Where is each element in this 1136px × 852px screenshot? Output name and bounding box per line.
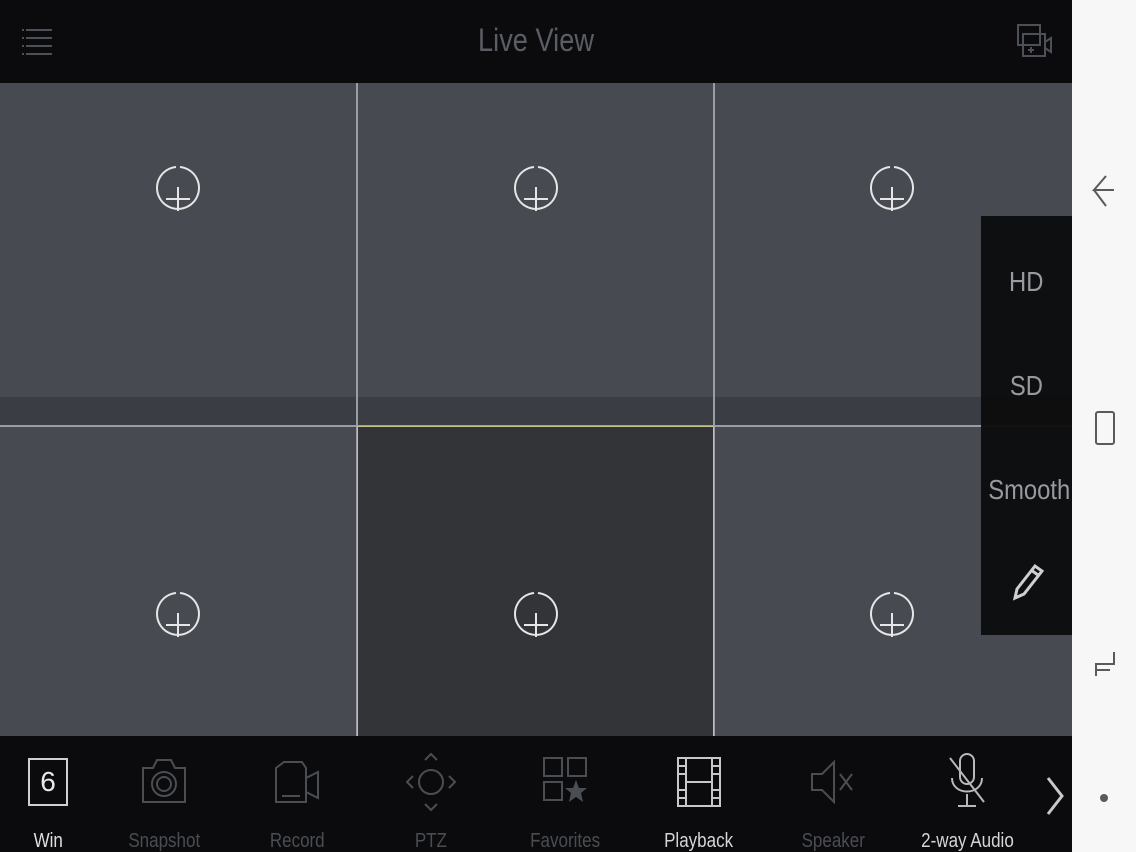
window-count-icon: 6: [28, 758, 68, 806]
film-icon: [677, 757, 721, 807]
add-camera-icon[interactable]: [869, 165, 915, 233]
toolbar-record-label: Record: [269, 830, 325, 852]
top-bar: Live View: [0, 0, 1072, 83]
camera-cell-5-selected[interactable]: [357, 426, 714, 737]
cell-strip: [0, 397, 356, 425]
dot-icon: [1100, 794, 1108, 802]
toolbar-speaker-label: Speaker: [801, 830, 865, 852]
chevron-right-icon[interactable]: [1040, 774, 1068, 818]
quality-option-smooth[interactable]: Smooth: [981, 474, 1072, 506]
menu-icon[interactable]: [20, 24, 56, 60]
ptz-icon: [406, 752, 456, 812]
mic-off-icon: [949, 753, 985, 807]
toolbar-favorites-button[interactable]: Favorites: [505, 736, 625, 852]
system-nav-bar: [1072, 0, 1136, 852]
recents-icon[interactable]: [1088, 646, 1120, 686]
toolbar-2way-audio-label: 2-way Audio: [920, 830, 1014, 852]
quality-option-sd[interactable]: SD: [981, 370, 1072, 402]
quality-option-hd[interactable]: HD: [981, 266, 1072, 298]
toolbar-favorites-label: Favorites: [530, 830, 600, 852]
add-camera-icon[interactable]: [155, 165, 201, 233]
bottom-toolbar: 6 Win Snapshot Record PTZ Favorites Play…: [0, 736, 1072, 852]
toolbar-playback-button[interactable]: Playback: [639, 736, 759, 852]
favorites-icon: [543, 757, 587, 802]
camera-grid: [0, 83, 1072, 737]
camera-cell-4[interactable]: [0, 427, 356, 736]
cell-strip: [358, 397, 713, 425]
speaker-mute-icon: [811, 759, 853, 805]
back-icon[interactable]: [1088, 172, 1120, 212]
video-camera-icon: [275, 761, 319, 803]
stream-quality-panel: HD SD Smooth: [981, 216, 1072, 635]
add-camera-icon[interactable]: [155, 591, 201, 659]
camera-cell-1[interactable]: [0, 83, 356, 425]
toolbar-win-label: Win: [33, 830, 63, 852]
camera-cell-2[interactable]: [358, 83, 713, 425]
toolbar-speaker-button[interactable]: Speaker: [773, 736, 893, 852]
live-view-app: Live View HD SD Smooth 6 Win Snapshot Re…: [0, 0, 1072, 852]
toolbar-snapshot-button[interactable]: Snapshot: [104, 736, 224, 852]
toolbar-win-button[interactable]: 6 Win: [0, 736, 108, 852]
add-camera-icon[interactable]: [869, 591, 915, 659]
camera-icon: [142, 759, 186, 803]
add-camera-icon[interactable]: [513, 165, 559, 233]
home-icon[interactable]: [1088, 408, 1120, 448]
multi-window-icon[interactable]: [1014, 22, 1054, 62]
toolbar-ptz-button[interactable]: PTZ: [371, 736, 491, 852]
toolbar-playback-label: Playback: [664, 830, 734, 852]
toolbar-snapshot-label: Snapshot: [128, 830, 200, 852]
toolbar-2way-audio-button[interactable]: 2-way Audio: [907, 736, 1027, 852]
toolbar-ptz-label: PTZ: [414, 830, 448, 852]
add-camera-icon[interactable]: [513, 591, 559, 659]
toolbar-record-button[interactable]: Record: [237, 736, 357, 852]
page-title: Live View: [478, 22, 594, 58]
pencil-icon[interactable]: [1007, 560, 1047, 604]
